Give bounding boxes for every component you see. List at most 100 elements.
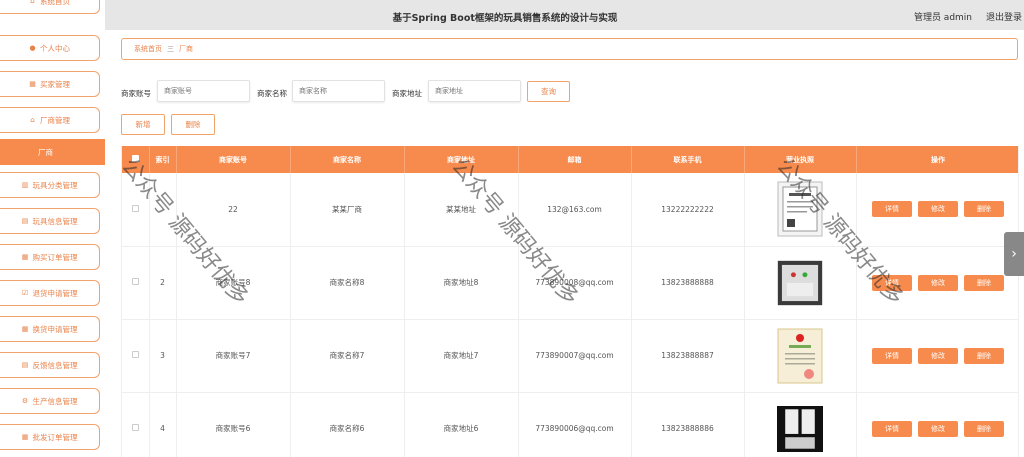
user-icon: ●	[29, 44, 36, 52]
logout-link[interactable]: 退出登录	[986, 10, 1022, 23]
side-expand-arrow[interactable]: ›	[1004, 232, 1024, 276]
sidebar-item-3[interactable]: ⌂ 厂商管理	[0, 107, 100, 133]
row-checkbox[interactable]	[131, 278, 139, 285]
delete-button[interactable]: 删除	[964, 201, 1004, 218]
sidebar: ⌂ 系统首页 ● 个人中心 ▦ 买家管理 ⌂ 厂商管理 厂商 ▥ 玩具分类管理 ▤ 玩具信息管理 ▦ 购买订…	[0, 0, 105, 457]
doc-icon: ▤	[21, 217, 29, 225]
account-search-input[interactable]	[157, 80, 250, 102]
gear-icon: ⚙	[21, 397, 29, 405]
cell-index: 4	[149, 392, 177, 457]
sidebar-item-2[interactable]: ▦ 买家管理	[0, 71, 100, 97]
edit-button[interactable]: 修改	[918, 274, 958, 291]
address-search-input[interactable]	[428, 80, 521, 102]
shop-icon: ⌂	[30, 116, 35, 124]
cell-account: 22	[176, 173, 291, 247]
edit-button[interactable]: 修改	[918, 420, 958, 437]
header-select-all[interactable]	[122, 146, 150, 173]
breadcrumb: 系统首页 三 厂商	[121, 38, 1018, 60]
detail-button[interactable]: 详情	[872, 274, 912, 291]
detail-button[interactable]: 详情	[872, 420, 912, 437]
table-row: 3 商家账号7 商家名称7 商家地址7 773890007@qq.com 13823888…	[122, 319, 1018, 393]
cell-index: 2	[149, 246, 177, 320]
header-license: 营业执照	[744, 146, 857, 173]
header-account: 商家账号	[176, 146, 291, 173]
sidebar-item-label: 个人中心	[40, 43, 70, 53]
cell-actions: 详情 修改 删除	[856, 246, 1018, 320]
sidebar-item-label: 系统首页	[40, 0, 70, 6]
sidebar-item-1[interactable]: ● 个人中心	[0, 35, 100, 61]
cell-address: 某某地址	[404, 173, 519, 247]
edit-button[interactable]: 修改	[918, 347, 958, 364]
header-phone: 联系手机	[631, 146, 745, 173]
delete-button[interactable]: 删除	[964, 347, 1004, 364]
sidebar-item-7[interactable]: ▦ 购买订单管理	[0, 244, 100, 270]
cell-email: 773890007@qq.com	[518, 319, 632, 393]
breadcrumb-current: 厂商	[179, 45, 193, 53]
cell-license	[744, 319, 857, 393]
sidebar-item-label: 买家管理	[40, 79, 70, 89]
sidebar-item-4[interactable]: 厂商	[0, 139, 105, 165]
cell-actions: 详情 修改 删除	[856, 173, 1018, 247]
sidebar-item-0[interactable]: ⌂ 系统首页	[0, 0, 100, 14]
sidebar-item-label: 批发订单管理	[32, 432, 78, 442]
row-checkbox[interactable]	[131, 351, 139, 358]
grid-icon: ▦	[29, 80, 36, 88]
sidebar-item-label: 换货申请管理	[32, 324, 78, 334]
row-select[interactable]	[122, 246, 150, 320]
query-button[interactable]: 查询	[527, 81, 570, 102]
table-header-row: 索引 商家账号 商家名称 商家地址 邮箱 联系手机 营业执照 操作	[122, 146, 1018, 173]
row-checkbox[interactable]	[131, 424, 139, 431]
breadcrumb-home[interactable]: 系统首页	[134, 44, 162, 54]
sidebar-item-8[interactable]: ☑ 退货申请管理	[0, 280, 100, 306]
header-email: 邮箱	[518, 146, 632, 173]
license-image[interactable]	[777, 328, 823, 383]
row-select[interactable]	[122, 319, 150, 393]
doc-icon: ▤	[21, 361, 29, 369]
sidebar-item-label: 购买订单管理	[32, 252, 78, 262]
sidebar-item-9[interactable]: ▦ 换货申请管理	[0, 316, 100, 342]
home-icon: ⌂	[30, 0, 35, 5]
cell-name: 商家名称8	[290, 246, 405, 320]
sidebar-item-label: 生产信息管理	[32, 396, 78, 406]
license-image[interactable]	[777, 260, 823, 305]
sidebar-item-12[interactable]: ▦ 批发订单管理	[0, 424, 100, 450]
cell-name: 商家名称6	[290, 392, 405, 457]
current-user: 管理员 admin	[913, 13, 972, 23]
chart-icon: ▥	[21, 181, 29, 189]
delete-button[interactable]: 删除	[964, 420, 1004, 437]
cell-email: 132@163.com	[518, 173, 632, 247]
detail-button[interactable]: 详情	[872, 347, 912, 364]
name-search-input[interactable]	[292, 80, 385, 102]
cell-phone: 13823888886	[631, 392, 745, 457]
table-row: 22 某某厂商 某某地址 132@163.com 13222222222 详情 修改 删除	[122, 173, 1018, 247]
edit-button[interactable]: 修改	[918, 201, 958, 218]
row-select[interactable]	[122, 173, 150, 247]
delete-button[interactable]: 删除	[171, 114, 215, 135]
cell-address: 商家地址8	[404, 246, 519, 320]
row-select[interactable]	[122, 392, 150, 457]
merchant-table: 索引 商家账号 商家名称 商家地址 邮箱 联系手机 营业执照 操作 22 某某厂商…	[121, 146, 1019, 457]
row-checkbox[interactable]	[131, 204, 139, 212]
sidebar-item-11[interactable]: ⚙ 生产信息管理	[0, 388, 100, 414]
account-label: 商家账号	[121, 89, 151, 98]
license-image[interactable]	[777, 181, 823, 237]
sidebar-item-5[interactable]: ▥ 玩具分类管理	[0, 172, 100, 198]
breadcrumb-separator: 三	[167, 45, 174, 53]
cell-email: 773890006@qq.com	[518, 392, 632, 457]
sidebar-item-label: 厂商	[38, 147, 53, 157]
select-all-checkbox[interactable]	[131, 155, 139, 162]
chevron-right-icon: ›	[1011, 246, 1017, 262]
check-icon: ☑	[21, 289, 29, 297]
sidebar-item-label: 退货申请管理	[32, 288, 78, 298]
sidebar-item-6[interactable]: ▤ 玩具信息管理	[0, 208, 100, 234]
add-button[interactable]: 新增	[121, 114, 165, 135]
name-label: 商家名称	[257, 89, 287, 98]
cell-actions: 详情 修改 删除	[856, 319, 1018, 393]
sidebar-item-10[interactable]: ▤ 反馈信息管理	[0, 352, 100, 378]
table-row: 4 商家账号6 商家名称6 商家地址6 773890006@qq.com 13823888…	[122, 392, 1018, 457]
cell-phone: 13823888888	[631, 246, 745, 320]
detail-button[interactable]: 详情	[872, 201, 912, 218]
license-image[interactable]	[777, 405, 823, 452]
grid-icon: ▦	[21, 325, 29, 333]
delete-button[interactable]: 删除	[964, 274, 1004, 291]
